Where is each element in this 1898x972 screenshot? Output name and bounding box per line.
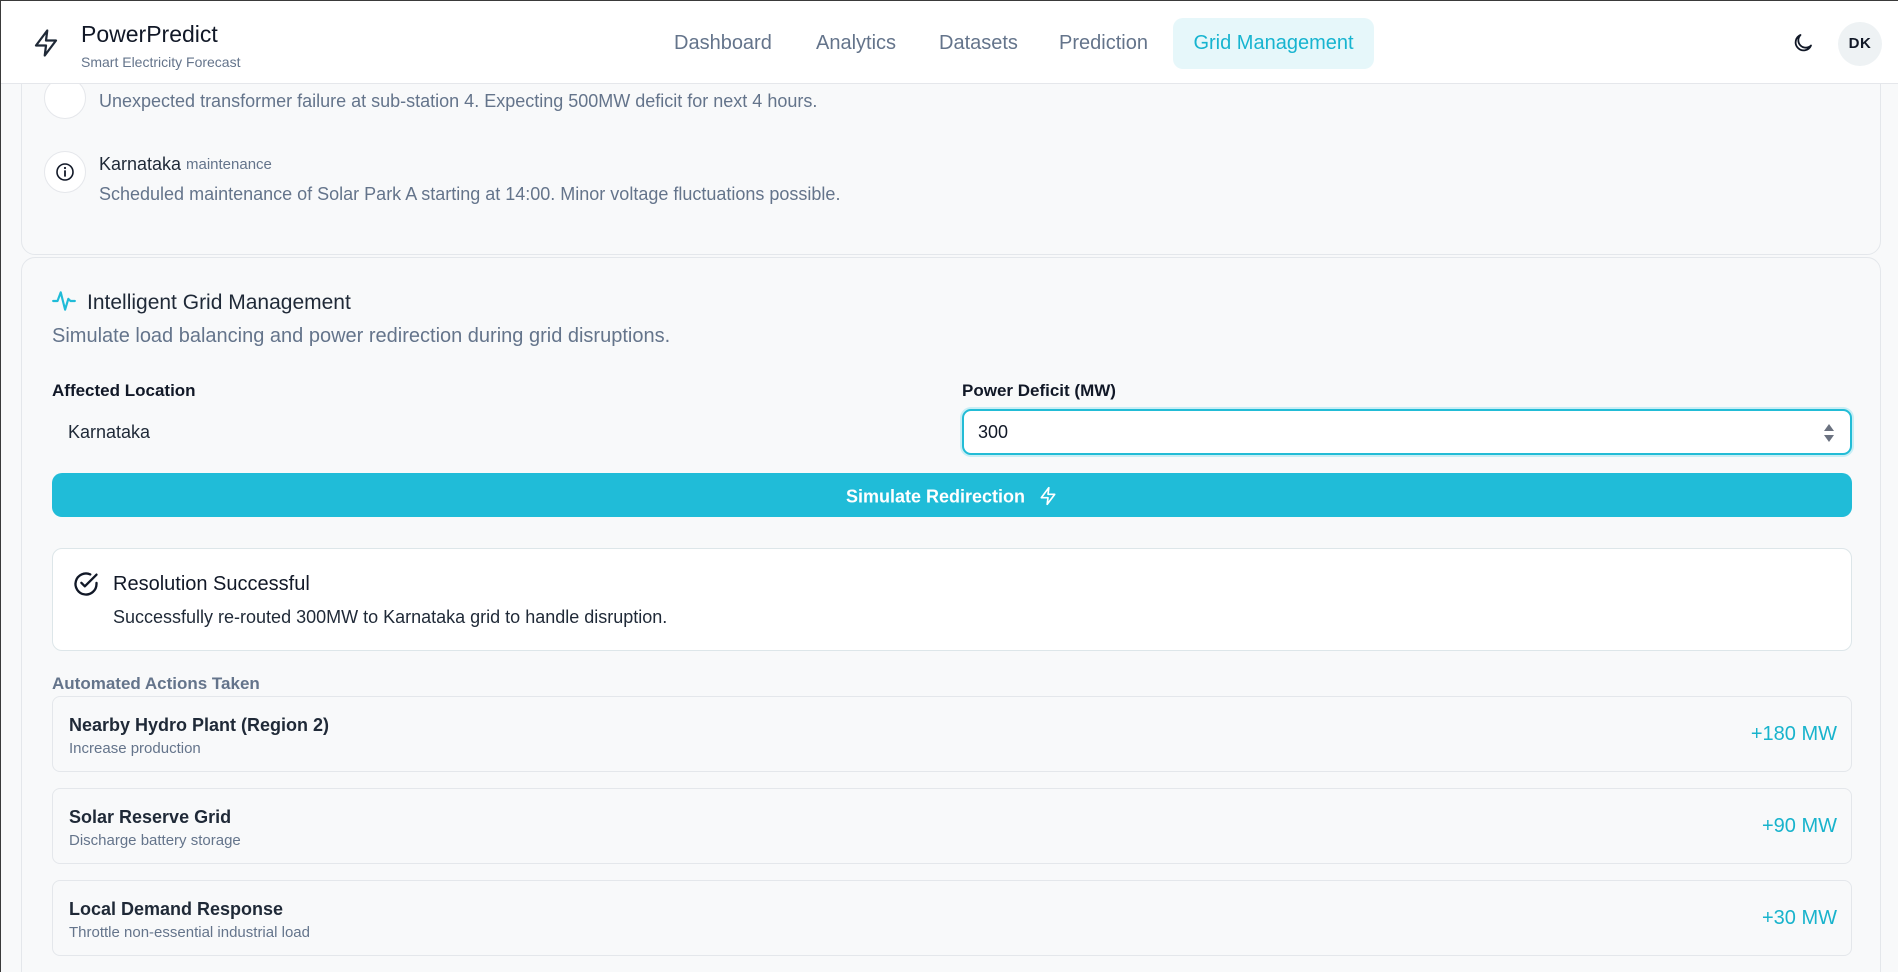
activity-pulse-icon	[52, 291, 76, 311]
brand-subtitle: Smart Electricity Forecast	[81, 54, 241, 70]
alert-region: Karnataka	[99, 154, 182, 174]
action-subtitle: Throttle non-essential industrial load	[69, 924, 310, 941]
resolution-title: Resolution Successful	[113, 573, 310, 595]
action-subtitle: Discharge battery storage	[69, 832, 241, 849]
action-item: Nearby Hydro Plant (Region 2) Increase p…	[52, 696, 1852, 772]
power-deficit-label: Power Deficit (MW)	[962, 381, 1116, 400]
brand-title[interactable]: PowerPredict	[81, 21, 218, 48]
action-item: Local Demand Response Throttle non-essen…	[52, 880, 1852, 956]
nav-dashboard[interactable]: Dashboard	[654, 18, 792, 69]
grid-section-title: Intelligent Grid Management	[87, 291, 351, 314]
action-title: Nearby Hydro Plant (Region 2)	[69, 715, 330, 735]
affected-location-select[interactable]: Karnataka	[68, 422, 150, 443]
action-title: Local Demand Response	[69, 899, 284, 919]
number-stepper-icon[interactable]	[1822, 421, 1836, 445]
app-window: Unexpected transformer failure at sub-st…	[0, 0, 1898, 972]
resolution-result-box: Resolution Successful Successfully re-ro…	[52, 548, 1852, 651]
action-amount: +30 MW	[1761, 907, 1837, 929]
action-item: Solar Reserve Grid Discharge battery sto…	[52, 788, 1852, 864]
nav-analytics[interactable]: Analytics	[796, 18, 916, 69]
alert-type-tag: maintenance	[186, 156, 272, 173]
lightning-icon	[34, 29, 58, 57]
affected-location-label: Affected Location	[52, 381, 196, 400]
info-icon	[44, 151, 86, 193]
action-title: Solar Reserve Grid	[69, 807, 232, 827]
moon-icon[interactable]	[1791, 31, 1815, 55]
action-subtitle: Increase production	[69, 740, 201, 757]
lightning-icon	[1040, 487, 1056, 506]
nav-prediction[interactable]: Prediction	[1039, 18, 1168, 69]
nav-datasets[interactable]: Datasets	[919, 18, 1038, 69]
alert-message: Scheduled maintenance of Solar Park A st…	[99, 184, 841, 204]
simulate-redirection-button[interactable]: Simulate Redirection	[52, 473, 1852, 517]
alert-message: Unexpected transformer failure at sub-st…	[99, 91, 818, 111]
automated-actions-heading: Automated Actions Taken	[52, 674, 260, 693]
power-deficit-value: 300	[978, 422, 1009, 442]
check-circle-icon	[74, 572, 98, 596]
grid-section-description: Simulate load balancing and power redire…	[52, 325, 671, 347]
action-amount: +90 MW	[1761, 815, 1837, 837]
power-deficit-input[interactable]: 300	[962, 409, 1852, 455]
resolution-description: Successfully re-routed 300MW to Karnatak…	[113, 607, 668, 627]
action-amount: +180 MW	[1750, 723, 1837, 745]
top-navigation-bar: PowerPredict Smart Electricity Forecast …	[1, 1, 1898, 84]
avatar[interactable]: DK	[1838, 22, 1882, 66]
simulate-redirection-label: Simulate Redirection	[845, 486, 1026, 507]
grid-management-card: Intelligent Grid Management Simulate loa…	[21, 257, 1881, 972]
nav-grid-management[interactable]: Grid Management	[1173, 18, 1374, 69]
